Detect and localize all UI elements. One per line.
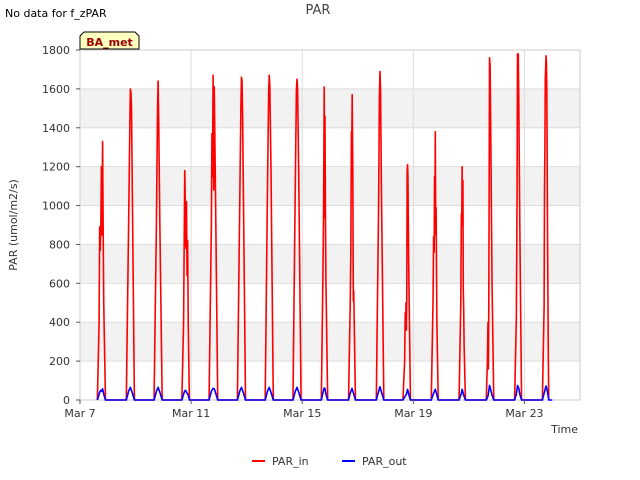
y-tick-label-1600: 1600 [42,83,70,96]
x-tick-label-Mar-23: Mar 23 [505,407,543,420]
y-axis-label: PAR (umol/m2/s) [7,179,20,271]
x-tick-label-Mar-7: Mar 7 [64,407,95,420]
y-tick-labels: 0 200 400 600 800 1000 1200 1400 1600 1800 [42,44,80,407]
legend-label-PAR_in: PAR_in [272,455,309,468]
chart-title: PAR [306,3,331,18]
y-tick-label-800: 800 [49,238,70,251]
x-tick-label-Mar-19: Mar 19 [394,407,432,420]
x-tick-label-Mar-11: Mar 11 [172,407,210,420]
y-tick-label-200: 200 [49,355,70,368]
x-axis-label: Time [550,423,578,436]
y-tick-label-1800: 1800 [42,44,70,57]
y-tick-label-1400: 1400 [42,122,70,135]
band-1000 [80,166,580,206]
y-tick-label-600: 600 [49,277,70,290]
chart-root: No data for f_zPAR 0 200 400 600 800 1000 1200… [0,0,640,480]
y-tick-label-1200: 1200 [42,161,70,174]
band-1400 [80,88,580,128]
legend-label-PAR_out: PAR_out [362,455,407,468]
y-tick-label-0: 0 [63,394,70,407]
badge-label: BA_met [86,36,133,49]
legend: PAR_in PAR_out [252,455,407,468]
y-tick-label-1000: 1000 [42,200,70,213]
x-tick-labels: Mar 7 Mar 11 Mar 15 Mar 19 Mar 23 [64,400,544,420]
series-line-PAR_out [96,384,553,401]
y-tick-label-400: 400 [49,316,70,329]
x-tick-label-Mar-15: Mar 15 [283,407,321,420]
par-chart: 020040060080010001200140016001800 Mar 7M… [7,3,581,468]
site-badge: BA_met [79,31,140,50]
